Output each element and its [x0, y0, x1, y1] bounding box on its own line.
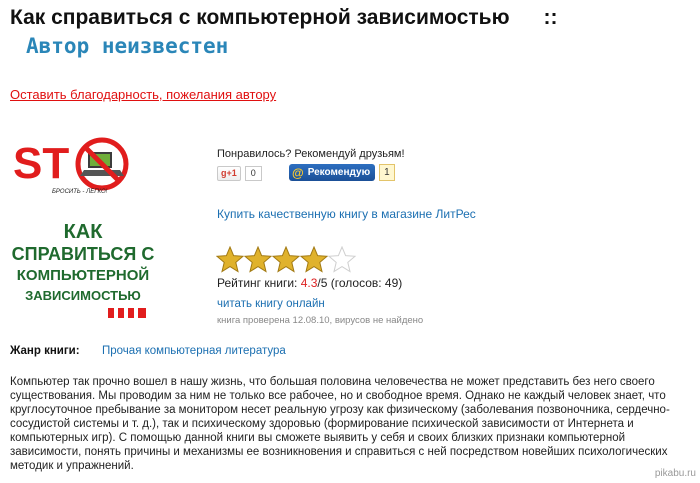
title-separator: ::: [543, 6, 558, 29]
description-text: Компьютер так прочно вошел в нашу жизнь,…: [10, 376, 670, 472]
cover-line4: ЗАВИСИМОСТЬЮ: [25, 288, 141, 303]
rating-stars[interactable]: [216, 246, 357, 273]
cover-line1: КАК: [64, 221, 104, 243]
book-description: Компьютер так прочно вошел в нашу жизнь,…: [10, 375, 694, 473]
cover-line3: КОМПЬЮТЕРНОЙ: [17, 266, 149, 284]
star-empty-icon[interactable]: [328, 246, 357, 273]
page-title: Как справиться с компьютерной зависимост…: [10, 6, 558, 30]
share-prompt: Понравилось? Рекомендуй друзьям!: [217, 148, 405, 160]
star-filled-icon[interactable]: [216, 246, 245, 273]
star-filled-icon[interactable]: [244, 246, 273, 273]
buy-link[interactable]: Купить качественную книгу в магазине Лит…: [217, 207, 476, 221]
author-name: Автор неизвестен: [26, 34, 229, 58]
star-filled-icon[interactable]: [272, 246, 301, 273]
mail-recommend-label: Рекомендую: [307, 167, 371, 178]
gplus-count: 0: [244, 166, 262, 181]
star-filled-icon[interactable]: [300, 246, 329, 273]
watermark: pikabu.ru: [654, 468, 696, 479]
rating-prefix: Рейтинг книги:: [217, 276, 301, 290]
at-icon: @: [292, 165, 304, 180]
gplus-label: +1: [226, 168, 237, 178]
gplus-widget[interactable]: g+1 0: [217, 166, 262, 181]
genre-label: Жанр книги:: [10, 345, 80, 357]
mail-recommend-widget[interactable]: @ Рекомендую 1: [289, 164, 395, 181]
cover-stripes-icon: [108, 308, 146, 318]
gplus-button[interactable]: g+1: [217, 166, 241, 181]
thanks-link[interactable]: Оставить благодарность, пожелания автору: [10, 87, 276, 102]
rating-text: Рейтинг книги: 4.3/5 (голосов: 49): [217, 276, 402, 290]
rating-value: 4.3: [300, 276, 318, 290]
rating-suffix: /5 (голосов: 49): [317, 276, 403, 290]
virus-check-text: книга проверена 12.08.10, вирусов не най…: [217, 315, 424, 326]
mail-recommend-count: 1: [379, 164, 395, 181]
genre-link[interactable]: Прочая компьютерная литература: [102, 345, 286, 357]
book-cover[interactable]: ST P БРОСИТЬ - ЛЕГКО! КАК СПРАВИТЬСЯ С К…: [10, 126, 157, 322]
book-title: Как справиться с компьютерной зависимост…: [10, 6, 510, 29]
mail-recommend-button[interactable]: @ Рекомендую: [289, 164, 376, 181]
read-online-link[interactable]: читать книгу онлайн: [217, 298, 325, 310]
cover-stop-sub: БРОСИТЬ - ЛЕГКО!: [52, 189, 108, 195]
stop-ring-icon: [75, 137, 129, 191]
cover-line2: СПРАВИТЬСЯ С: [12, 244, 155, 264]
